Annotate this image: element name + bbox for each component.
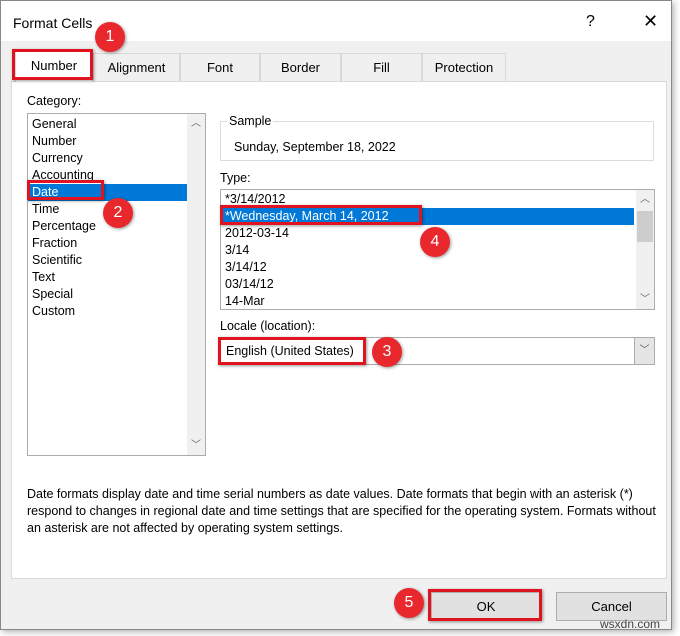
format-cells-dialog: Format Cells ? ✕ Number Alignment Font B… — [0, 0, 672, 630]
tab-label: Fill — [373, 60, 390, 75]
scroll-up-icon[interactable]: ︿ — [187, 115, 205, 132]
highlight-ok-button — [428, 589, 542, 621]
dialog-title: Format Cells — [13, 15, 93, 31]
step-badge-2: 2 — [103, 198, 133, 228]
step-badge-1: 1 — [95, 22, 125, 52]
category-item[interactable]: Text — [28, 269, 205, 286]
tab-alignment[interactable]: Alignment — [93, 53, 180, 81]
tab-font[interactable]: Font — [180, 53, 260, 81]
tab-label: Border — [280, 60, 321, 75]
category-item[interactable]: Scientific — [28, 252, 205, 269]
highlight-number-tab — [12, 49, 93, 80]
sample-label: Sample — [227, 114, 274, 128]
scroll-down-icon[interactable]: ﹀ — [187, 437, 205, 454]
type-item[interactable]: 14-Mar — [221, 293, 634, 310]
cancel-label: Cancel — [591, 599, 632, 614]
highlight-locale — [218, 337, 366, 365]
category-list[interactable]: General Number Currency Accounting Date Time P… — [27, 113, 206, 456]
scroll-thumb[interactable] — [637, 211, 653, 242]
format-description: Date formats display date and time seria… — [27, 487, 656, 535]
type-item[interactable]: 03/14/12 — [221, 276, 634, 293]
category-item[interactable]: Fraction — [28, 235, 205, 252]
tab-label: Protection — [434, 60, 494, 75]
highlight-date-item — [27, 180, 104, 200]
chevron-down-icon[interactable]: ﹀ — [634, 338, 654, 364]
close-icon[interactable]: ✕ — [643, 11, 658, 32]
watermark: wsxdn.com — [600, 617, 661, 631]
step-badge-4: 4 — [420, 227, 450, 257]
category-item[interactable]: General — [28, 116, 205, 133]
type-label: Type: — [220, 171, 251, 185]
category-item[interactable]: Number — [28, 133, 205, 150]
tab-border[interactable]: Border — [260, 53, 341, 81]
type-item[interactable]: 3/14/12 — [221, 259, 634, 276]
category-label: Category: — [27, 94, 82, 108]
category-item[interactable]: Special — [28, 286, 205, 303]
scroll-down-icon[interactable]: ﹀ — [636, 291, 654, 308]
tab-fill[interactable]: Fill — [341, 53, 422, 81]
tab-label: Font — [206, 60, 233, 75]
category-scrollbar[interactable]: ︿ ﹀ — [187, 114, 205, 455]
step-badge-3: 3 — [372, 337, 402, 367]
tab-protection[interactable]: Protection — [422, 53, 506, 81]
step-badge-5: 5 — [394, 588, 424, 618]
tab-label: Alignment — [107, 60, 166, 75]
type-scrollbar[interactable]: ︿ ﹀ — [636, 190, 654, 309]
scroll-up-icon[interactable]: ︿ — [636, 191, 654, 208]
category-item[interactable]: Custom — [28, 303, 205, 320]
help-icon[interactable]: ? — [586, 13, 595, 31]
highlight-type-item — [220, 205, 422, 225]
category-item[interactable]: Currency — [28, 150, 205, 167]
sample-value: Sunday, September 18, 2022 — [234, 140, 396, 154]
locale-label: Locale (location): — [220, 319, 316, 333]
